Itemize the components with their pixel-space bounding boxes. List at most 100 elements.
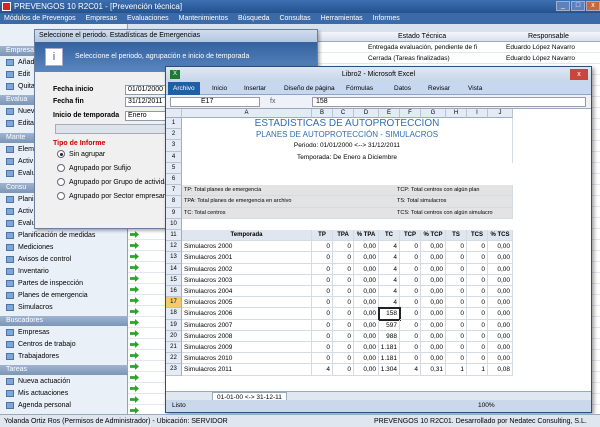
menu-item[interactable]: Informes bbox=[373, 15, 400, 22]
data-row-label[interactable]: Simulacros 2004 bbox=[182, 286, 312, 298]
row-header[interactable]: 5 bbox=[166, 162, 182, 174]
data-cell[interactable]: 4 bbox=[379, 241, 400, 253]
data-cell[interactable]: 0 bbox=[333, 330, 354, 342]
data-row-label[interactable]: Simulacros 2011 bbox=[182, 364, 312, 376]
ribbon-tab[interactable]: Datos bbox=[394, 82, 411, 95]
row-header[interactable]: 20 bbox=[166, 330, 182, 342]
data-cell[interactable]: 4 bbox=[379, 297, 400, 309]
data-cell[interactable]: 0 bbox=[467, 308, 488, 320]
data-row-label[interactable]: Simulacros 2000 bbox=[182, 241, 312, 253]
data-cell[interactable]: 0,00 bbox=[421, 319, 446, 331]
row-header[interactable]: 17 bbox=[166, 297, 182, 309]
data-cell[interactable]: 0 bbox=[400, 319, 421, 331]
column-header[interactable]: I bbox=[467, 109, 488, 118]
menu-item[interactable]: Empresas bbox=[86, 15, 118, 22]
data-cell[interactable]: 597 bbox=[379, 319, 400, 331]
data-cell[interactable]: 0 bbox=[333, 308, 354, 320]
data-cell[interactable]: 0 bbox=[446, 241, 467, 253]
data-cell[interactable]: 0 bbox=[467, 330, 488, 342]
data-cell[interactable]: 0 bbox=[333, 274, 354, 286]
data-cell[interactable]: 0 bbox=[400, 241, 421, 253]
column-header[interactable]: Estado Técnica bbox=[398, 33, 446, 40]
data-cell[interactable]: 0,00 bbox=[354, 308, 379, 320]
radio-sector-empresarial[interactable]: Agrupado por Sector empresarial bbox=[57, 192, 172, 201]
ribbon-tab[interactable]: Fórmulas bbox=[346, 82, 373, 95]
data-cell[interactable]: 0,00 bbox=[354, 342, 379, 354]
data-cell[interactable]: 0,00 bbox=[354, 330, 379, 342]
data-cell[interactable]: 0,00 bbox=[421, 274, 446, 286]
data-cell[interactable]: 0,00 bbox=[488, 319, 513, 331]
data-cell[interactable]: 0 bbox=[400, 342, 421, 354]
data-cell[interactable]: 0,00 bbox=[354, 297, 379, 309]
data-cell[interactable]: 0 bbox=[400, 286, 421, 298]
data-cell[interactable]: 0 bbox=[333, 297, 354, 309]
menu-item[interactable]: Consultas bbox=[279, 15, 310, 22]
data-cell[interactable]: 0 bbox=[467, 274, 488, 286]
sidebar-item[interactable]: Mis actuaciones bbox=[4, 388, 126, 399]
data-cell[interactable]: 0 bbox=[446, 308, 467, 320]
data-cell[interactable]: 0 bbox=[446, 286, 467, 298]
sidebar-item[interactable]: Planificación de medidas bbox=[4, 230, 126, 241]
sidebar-item[interactable]: Nueva actuación bbox=[4, 376, 126, 387]
data-cell[interactable]: 0 bbox=[446, 274, 467, 286]
row-header[interactable]: 23 bbox=[166, 364, 182, 376]
sidebar-section-header[interactable]: Tareas bbox=[0, 365, 128, 375]
data-cell[interactable]: 0 bbox=[333, 319, 354, 331]
row-header[interactable]: 3 bbox=[166, 140, 182, 152]
sidebar-item[interactable]: Inventario bbox=[4, 266, 126, 277]
row-header[interactable]: 15 bbox=[166, 274, 182, 286]
data-cell[interactable]: 0 bbox=[312, 353, 333, 365]
data-cell[interactable]: 0 bbox=[446, 353, 467, 365]
data-cell[interactable]: 1 bbox=[467, 364, 488, 376]
data-row-label[interactable]: Simulacros 2001 bbox=[182, 252, 312, 264]
formula-input[interactable]: 158 bbox=[312, 97, 586, 107]
data-row-label[interactable]: Simulacros 2009 bbox=[182, 342, 312, 354]
data-cell[interactable]: 158 bbox=[378, 307, 401, 321]
data-cell[interactable]: 1.181 bbox=[379, 342, 400, 354]
data-cell[interactable]: 0 bbox=[312, 319, 333, 331]
data-cell[interactable]: 0 bbox=[312, 286, 333, 298]
sidebar-item[interactable]: Avisos de control bbox=[4, 254, 126, 265]
ribbon-tab[interactable]: Vista bbox=[468, 82, 482, 95]
data-cell[interactable]: 0,00 bbox=[421, 263, 446, 275]
data-cell[interactable]: 0 bbox=[467, 263, 488, 275]
column-header[interactable]: A bbox=[182, 109, 312, 118]
data-cell[interactable]: 1.181 bbox=[379, 353, 400, 365]
data-cell[interactable]: 0,00 bbox=[488, 297, 513, 309]
row-header[interactable]: 1 bbox=[166, 118, 182, 130]
data-cell[interactable]: 0 bbox=[446, 263, 467, 275]
row-header[interactable]: 6 bbox=[166, 174, 182, 186]
data-cell[interactable]: 0,00 bbox=[354, 319, 379, 331]
column-header[interactable]: H bbox=[446, 109, 467, 118]
data-cell[interactable]: 0 bbox=[333, 353, 354, 365]
data-cell[interactable]: 0 bbox=[467, 252, 488, 264]
data-cell[interactable]: 0 bbox=[333, 263, 354, 275]
ribbon-tab[interactable]: Inicio bbox=[212, 82, 227, 95]
sidebar-item[interactable]: Agenda personal bbox=[4, 400, 126, 411]
radio-sin-agrupar[interactable]: Sin agrupar bbox=[57, 150, 105, 159]
data-cell[interactable]: 0 bbox=[312, 241, 333, 253]
data-row-label[interactable]: Simulacros 2007 bbox=[182, 319, 312, 331]
ribbon-tab[interactable]: Insertar bbox=[244, 82, 266, 95]
radio-sufijo[interactable]: Agrupado por Sufijo bbox=[57, 164, 131, 173]
data-cell[interactable]: 0,31 bbox=[421, 364, 446, 376]
data-cell[interactable]: 0,08 bbox=[488, 364, 513, 376]
data-cell[interactable]: 0 bbox=[400, 274, 421, 286]
column-header[interactable]: G bbox=[421, 109, 446, 118]
row-header[interactable]: 11 bbox=[166, 230, 182, 242]
menu-item[interactable]: Herramientas bbox=[321, 15, 363, 22]
data-cell[interactable]: 0,00 bbox=[354, 286, 379, 298]
excel-close-button[interactable]: x bbox=[570, 69, 588, 80]
data-cell[interactable]: 0,00 bbox=[421, 353, 446, 365]
data-row-label[interactable]: Simulacros 2003 bbox=[182, 274, 312, 286]
column-header[interactable]: J bbox=[488, 109, 513, 118]
sidebar-item[interactable]: Mediciones bbox=[4, 242, 126, 253]
sidebar-item[interactable]: Centros de trabajo bbox=[4, 339, 126, 350]
spreadsheet-grid[interactable]: A B C D E F G H I J 1 2 3 4 5 6 7 8 9 10 11 12 13 14 15 16 17 18 19 2… bbox=[166, 109, 591, 391]
data-cell[interactable]: 0,00 bbox=[488, 263, 513, 275]
data-cell[interactable]: 0,00 bbox=[421, 297, 446, 309]
data-cell[interactable]: 0,00 bbox=[488, 330, 513, 342]
data-cell[interactable]: 0 bbox=[467, 297, 488, 309]
row-header[interactable]: 12 bbox=[166, 241, 182, 253]
data-cell[interactable]: 0,00 bbox=[488, 308, 513, 320]
